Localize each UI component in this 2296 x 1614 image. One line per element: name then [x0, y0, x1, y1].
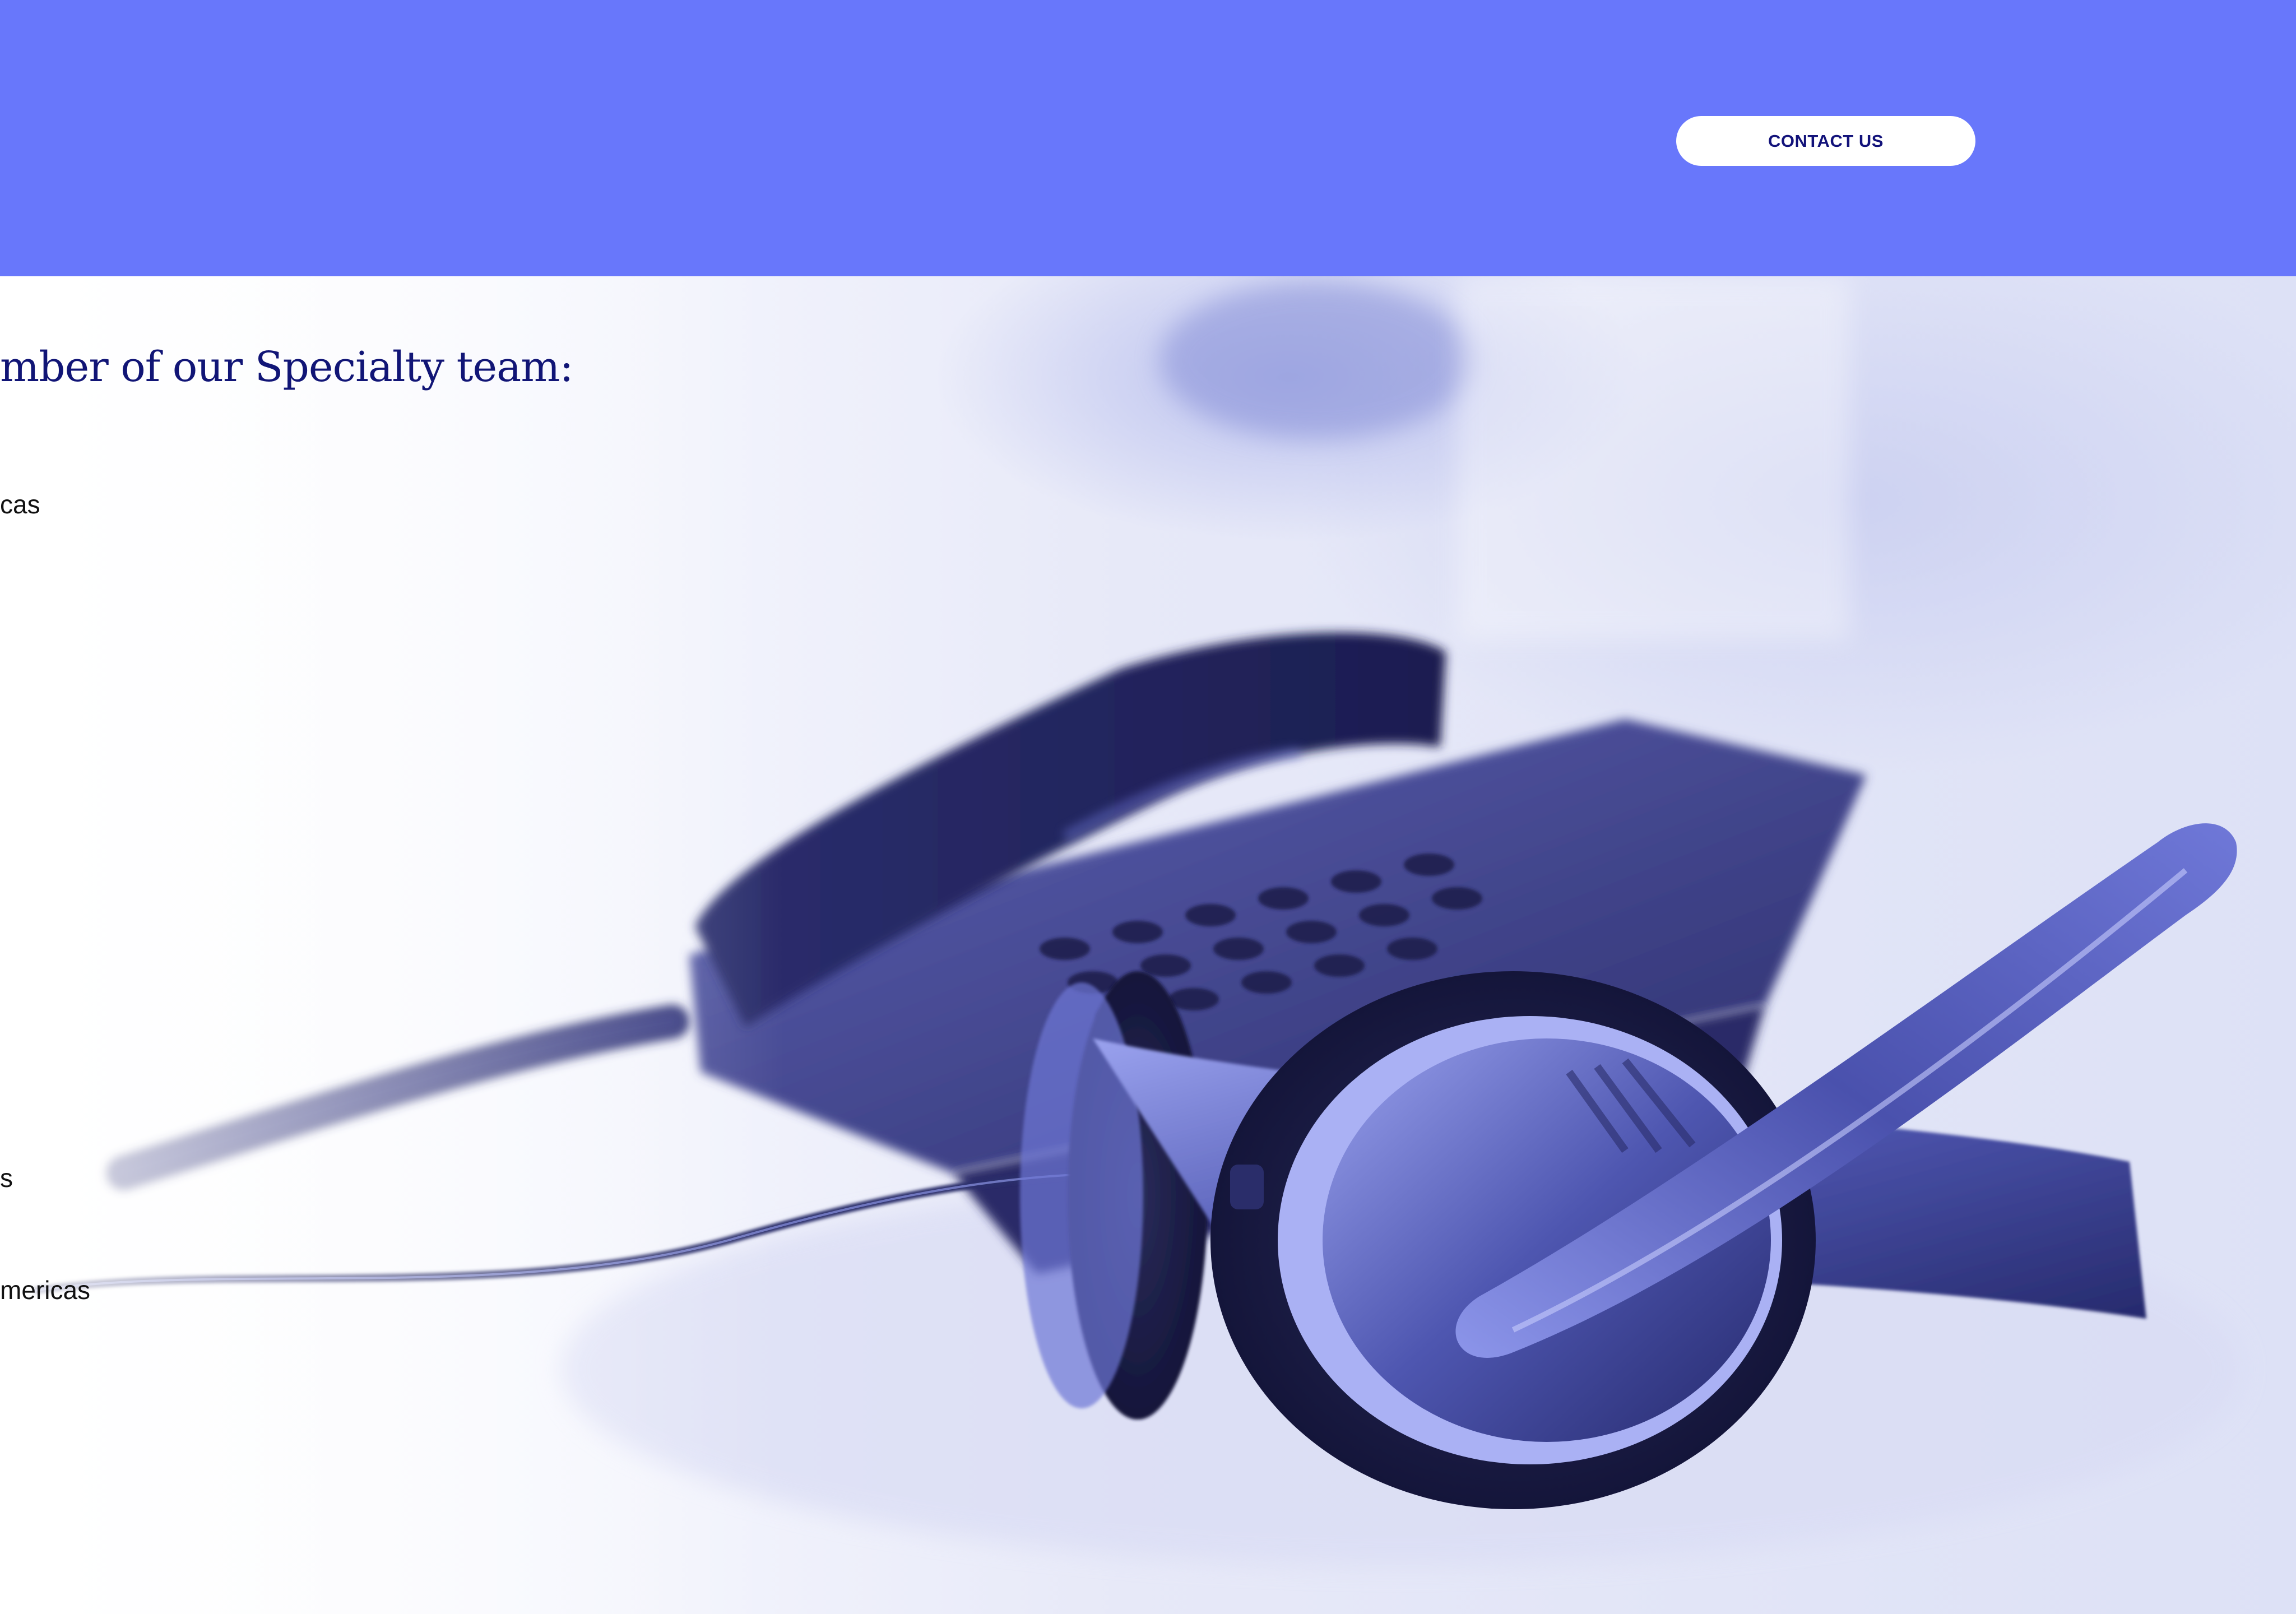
contact-us-button[interactable]: CONTACT US [1676, 116, 1975, 166]
left-fade-overlay [0, 276, 785, 1614]
top-banner: CONTACT US [0, 0, 2296, 276]
specialty-team-heading: mber of our Specialty team: [0, 343, 573, 391]
region-text: s [0, 1163, 13, 1193]
region-text: cas [0, 490, 40, 519]
hero-section: mber of our Specialty team: cas s merica… [0, 276, 2296, 1614]
region-text: mericas [0, 1276, 91, 1305]
